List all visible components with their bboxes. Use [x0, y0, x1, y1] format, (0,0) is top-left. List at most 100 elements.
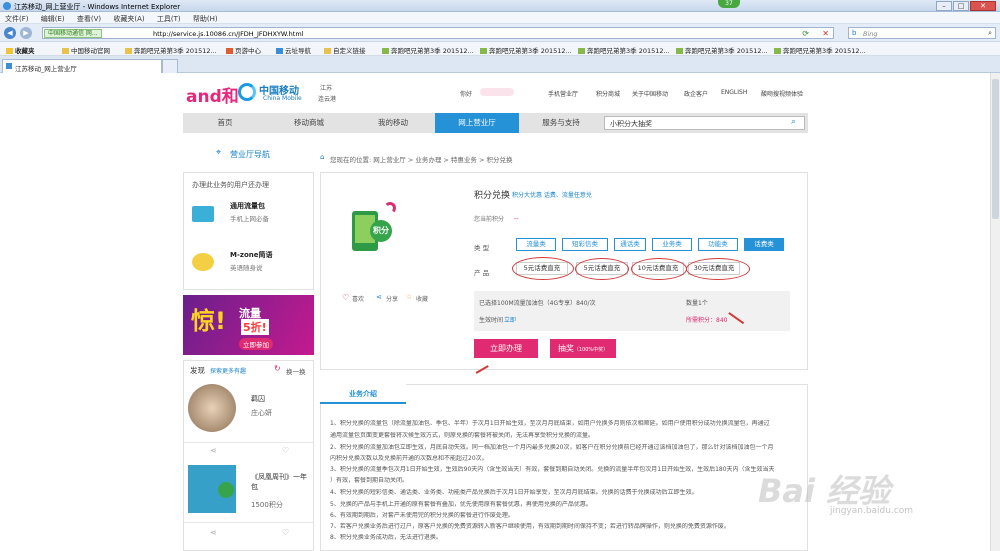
like-icon[interactable]: ♡ [342, 293, 349, 302]
province-select[interactable]: 江苏 [320, 83, 332, 92]
share-label[interactable]: 分享 [386, 294, 398, 303]
window-title-bar: 江苏移动_网上营业厅 - Windows Internet Explorer –… [0, 0, 1000, 12]
stop-icon[interactable]: ✕ [822, 29, 829, 38]
fav-item[interactable]: 奔跑吧兄弟第3季 201512... [480, 45, 572, 55]
site-search-icon[interactable]: ⌕ [791, 117, 796, 127]
forward-icon[interactable]: ▶ [20, 27, 32, 39]
related-product-desc: 手机上网必备 [230, 215, 269, 223]
minimize-button[interactable]: – [936, 1, 952, 11]
fav-item[interactable]: 云址导航 [276, 45, 311, 55]
fav-item[interactable]: 奔跑吧兄弟第3季 201512... [774, 45, 866, 55]
fav-item[interactable]: 中国移动官网 [62, 45, 110, 55]
buy-now-button[interactable]: 立即办理 [474, 339, 538, 358]
banner-text-discount: 5折! [241, 319, 269, 335]
card-author: 庄心妍 [251, 409, 272, 417]
fav-item[interactable]: 自定义链接 [324, 45, 366, 55]
type-option[interactable]: 通话类 [614, 238, 646, 251]
lottery-button[interactable]: 抽奖（100%中奖） [550, 339, 616, 358]
china-mobile-logo-icon [238, 83, 256, 101]
intro-line: ）有效，套餐到期自动关闭。 [330, 477, 409, 484]
annotation-circle [575, 258, 629, 280]
top-link-enterprise[interactable]: 政企客户 [684, 89, 708, 98]
tab-business-intro[interactable]: 业务介绍 [320, 384, 406, 404]
breadcrumb[interactable]: 您现在的位置: 网上营业厅 > 业务办理 > 特惠业务 > 积分兑换 [330, 154, 513, 164]
and-logo[interactable]: and和 [186, 82, 239, 107]
url-field[interactable]: 中国移动通信 网... http://service.js.10086.cn/J… [42, 27, 834, 39]
tab-bar: 江苏移动_网上营业厅 [0, 56, 1000, 73]
favorites-button[interactable]: 收藏夹 [6, 45, 35, 55]
nav-service-support[interactable]: 服务与支持 [519, 113, 603, 133]
promo-banner[interactable]: 惊! 流量 5折! 立即参加 [183, 295, 314, 355]
lottery-note: （100%中奖） [573, 347, 609, 353]
card-title[interactable]: 《凤凰周刊》一年包 [251, 472, 311, 492]
back-icon[interactable]: ◀ [4, 27, 16, 39]
ie-logo-icon [3, 2, 11, 10]
fav-item[interactable]: 奔跑吧兄弟第3季 201512... [578, 45, 670, 55]
like-label[interactable]: 喜欢 [352, 294, 364, 303]
nav-online-hall[interactable]: 网上营业厅 [435, 113, 519, 133]
vertical-scrollbar[interactable] [990, 73, 1000, 551]
new-tab-button[interactable] [162, 59, 178, 73]
top-link-mobile-hall[interactable]: 手机营业厅 [548, 89, 578, 98]
fav-item[interactable]: 页游中心 [226, 45, 261, 55]
intro-line: 3、积分兑换的流量季包次月1日开始生效，生效后90天内（含生效当天）有效，套餐到… [330, 466, 775, 473]
heart-icon[interactable]: ♡ [282, 528, 289, 537]
related-product-name[interactable]: 通用流量包 [230, 201, 265, 211]
favicon-icon [382, 48, 389, 54]
search-placeholder: Bing [863, 30, 878, 38]
nav-mall[interactable]: 移动商城 [267, 113, 351, 133]
favicon-icon [125, 48, 132, 54]
fav-label[interactable]: 收藏 [416, 294, 428, 303]
type-option[interactable]: 功能类 [698, 238, 738, 251]
sidebar-title[interactable]: 营业厅导航 [230, 149, 270, 160]
fav-item[interactable]: 奔跑吧兄弟第3季 201512... [125, 45, 217, 55]
type-option-selected[interactable]: 话费类 [744, 238, 784, 251]
album-cover-image[interactable] [188, 384, 236, 432]
type-option[interactable]: 业务类 [652, 238, 692, 251]
discover-more-link[interactable]: 探索更多有趣 [210, 366, 246, 375]
top-link-points-mall[interactable]: 积分商城 [596, 89, 620, 98]
top-link-about[interactable]: 关于中国移动 [632, 89, 668, 98]
compat-icon[interactable]: ⟳ [802, 29, 809, 38]
heart-icon[interactable]: ♡ [282, 446, 289, 455]
nav-my-mobile[interactable]: 我的移动 [351, 113, 435, 133]
bing-icon: b [852, 29, 857, 37]
city-select[interactable]: 连云港 [318, 94, 336, 103]
user-name-redacted [480, 88, 514, 96]
refresh-icon[interactable]: ↻ [274, 364, 281, 373]
search-field[interactable]: b Bing ⌕ [848, 27, 996, 39]
maximize-button[interactable]: □ [953, 1, 969, 11]
card-title[interactable]: 羁囚 [251, 394, 265, 404]
fav-item[interactable]: 奔跑吧兄弟第3季 201512... [676, 45, 768, 55]
intro-line: 8、积分兑换业务成功后，无法进行退换。 [330, 534, 442, 541]
refresh-label[interactable]: 换一换 [286, 366, 306, 376]
favicon-icon [774, 48, 781, 54]
scrollbar-thumb[interactable] [992, 79, 999, 219]
search-icon[interactable]: ⌕ [988, 29, 992, 38]
share-icon[interactable]: ⋖ [210, 446, 217, 455]
signal-icon [384, 202, 396, 214]
annotation-circle [686, 258, 750, 280]
share-icon[interactable]: ⋖ [376, 293, 382, 301]
sidebar-related-title: 办理此业务的用户还办理 [192, 181, 269, 189]
related-product-name[interactable]: M-zone简语 [230, 250, 273, 260]
favorites-bar: 收藏夹 中国移动官网 奔跑吧兄弟第3季 201512... 页游中心 云址导航 … [0, 42, 1000, 56]
top-link-english[interactable]: ENGLISH [721, 89, 747, 96]
banner-join-button[interactable]: 立即参加 [239, 338, 273, 350]
star-icon[interactable]: ☆ [406, 293, 412, 301]
close-button[interactable]: ✕ [970, 1, 996, 11]
intro-line: 1、积分兑换的流量包（除流量加油包、季包、半年）于次月1日开始生效，至次月月底结… [330, 420, 770, 427]
type-option[interactable]: 短彩信类 [562, 238, 608, 251]
share-icon[interactable]: ⋖ [210, 528, 217, 537]
nav-home[interactable]: 首页 [183, 113, 267, 133]
address-bar: ◀ ▶ 中国移动通信 网... http://service.js.10086.… [0, 24, 1000, 42]
type-option[interactable]: 流量类 [516, 238, 556, 251]
points-label: 您当前积分 [474, 216, 505, 223]
site-identity[interactable]: 中国移动通信 网... [44, 29, 102, 38]
divider [183, 522, 314, 523]
site-search-input[interactable]: 小积分大抽奖 [604, 116, 805, 130]
browser-tab-active[interactable]: 江苏移动_网上营业厅 [2, 59, 162, 73]
tab-label: 江苏移动_网上营业厅 [15, 65, 77, 73]
fav-item[interactable]: 奔跑吧兄弟第3季 201512... [382, 45, 474, 55]
top-link-video[interactable]: 酸吻搜视频体验 [761, 89, 803, 98]
